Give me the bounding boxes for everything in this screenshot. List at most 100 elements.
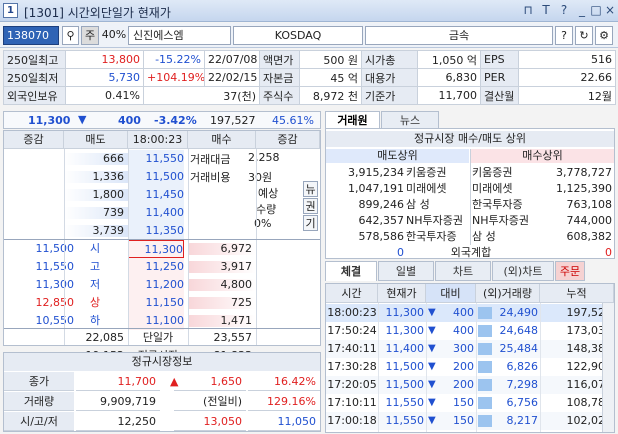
pin-icon[interactable]: ⊓: [520, 2, 536, 19]
trade-header: 대비: [426, 284, 476, 303]
question-icon[interactable]: ?: [556, 2, 572, 19]
volume: 197,527: [210, 114, 256, 127]
settings-gear-icon[interactable]: ⚙: [595, 26, 613, 45]
trade-header: 시간: [326, 284, 378, 303]
regular-market-rows: 종가 11,700 ▲ 1,650 16.42% 거래량 9,909,719 (전일비) 129…: [4, 372, 320, 432]
tab-order[interactable]: 주문: [555, 261, 585, 281]
orderbook-header: 증감: [4, 131, 64, 149]
trade-price: 11,300: [385, 324, 425, 337]
bid-price[interactable]: 11,200: [128, 276, 184, 294]
side-button[interactable]: 기: [303, 215, 318, 231]
foreign-label: 외국계합: [450, 246, 492, 259]
info-key: 자본금: [259, 68, 300, 87]
stock-name-field[interactable]: 신진에스엠: [128, 26, 231, 45]
ask-price[interactable]: 11,400: [128, 204, 184, 222]
ask-qty: 3,739: [92, 224, 125, 237]
grid-line: [426, 303, 427, 432]
info-key-dropdown[interactable]: EPS: [480, 50, 519, 69]
refresh-icon[interactable]: ↻: [575, 26, 593, 45]
trade-header: 누적: [540, 284, 614, 303]
regular-c: 16.42%: [248, 372, 320, 391]
buy-broker[interactable]: 삼 성: [472, 229, 536, 244]
grid-line: [256, 149, 257, 345]
info-label: 250일최고: [3, 50, 66, 69]
title-bar: 1 [1301] 시간외단일가 현재가 ⊓ T ? _ □ ×: [0, 0, 618, 22]
info-key-dropdown[interactable]: PER: [480, 68, 519, 87]
ask-qty: 1,336: [92, 170, 125, 183]
side-button[interactable]: 권: [303, 198, 318, 214]
close-icon[interactable]: ×: [602, 2, 618, 19]
trade-header: 현재가: [378, 284, 426, 303]
info-label: 250일최저: [3, 68, 66, 87]
ask-price[interactable]: 11,550: [128, 150, 184, 168]
buy-volume: 608,382: [566, 230, 613, 243]
grid-line: [470, 149, 471, 245]
market-field: KOSDAQ: [233, 26, 363, 45]
buy-broker[interactable]: 한국투자증: [472, 197, 536, 212]
lock-toggle[interactable]: 주: [81, 26, 99, 45]
ask-price[interactable]: 11,350: [128, 222, 184, 240]
tab-chart[interactable]: 차트: [435, 261, 491, 281]
ref-price: 11,550: [35, 260, 75, 273]
sell-broker[interactable]: 삼 성: [406, 197, 470, 212]
scrollbar[interactable]: [602, 303, 614, 432]
regular-a: 12,250: [76, 412, 160, 431]
sell-broker[interactable]: NH투자증권: [406, 213, 470, 228]
help-icon[interactable]: T: [538, 2, 554, 19]
buy-top-header: 매수상위: [471, 149, 614, 163]
trade-volume: 7,298: [506, 378, 539, 391]
trade-header: (외)거래량: [476, 284, 540, 303]
sell-broker[interactable]: 미래에셋: [406, 181, 470, 196]
foreign-buy: 0: [605, 246, 612, 259]
search-icon[interactable]: ⚲: [62, 26, 79, 45]
info-price: 0.41%: [65, 86, 144, 105]
change-rate: -3.42%: [154, 114, 197, 127]
regular-market-panel: 정규시장정보 종가 11,700 ▲ 1,650 16.42% 거래량 9,909,719(…: [3, 352, 321, 432]
trade-volume: 24,490: [499, 306, 539, 319]
ask-price[interactable]: 11,450: [128, 186, 184, 204]
sell-broker[interactable]: 한국투자증: [406, 229, 470, 244]
regular-a: 11,700: [76, 372, 160, 391]
help-button[interactable]: ?: [555, 26, 573, 45]
summary-bid: 23,557: [213, 331, 253, 344]
buy-broker[interactable]: NH투자증권: [472, 213, 536, 228]
bid-qty: 4,800: [220, 278, 253, 291]
tab-trades[interactable]: 체결: [325, 261, 377, 281]
sell-broker[interactable]: 키움증권: [406, 165, 470, 180]
bid-price[interactable]: 11,300: [128, 240, 184, 258]
info-val: 500 원: [299, 50, 362, 69]
info-date: 37(천): [143, 86, 260, 105]
grid-line: [128, 149, 129, 345]
regular-label: 거래량: [4, 392, 74, 411]
grid-line: [4, 328, 320, 329]
expected-label: 예상: [258, 187, 279, 200]
regular-market-title: 정규시장정보: [4, 353, 320, 371]
info-label: 외국인보유: [3, 86, 66, 105]
trade-time: 17:50:24: [327, 324, 377, 337]
buy-broker[interactable]: 키움증권: [472, 165, 536, 180]
info-price: 5,730: [65, 68, 144, 87]
regular-c: 129.16%: [248, 392, 320, 411]
tab-foreign-chart[interactable]: (외)차트: [492, 261, 554, 281]
tab-daily[interactable]: 일별: [378, 261, 434, 281]
tab-broker[interactable]: 거래원: [325, 111, 380, 129]
info-val: 1,050 억: [417, 50, 481, 69]
orderbook-header: 18:00:23: [128, 131, 188, 149]
stock-code-input[interactable]: 138070: [3, 26, 59, 45]
side-button[interactable]: 뉴: [303, 181, 318, 197]
grid-line: [540, 303, 541, 432]
expected-qty-label: 수량: [256, 203, 277, 216]
bid-price[interactable]: 11,150: [128, 294, 184, 312]
info-val: 11,700: [417, 86, 481, 105]
trade-price: 11,300: [385, 306, 425, 319]
trade-change: 150: [453, 414, 474, 427]
window-title: [1301] 시간외단일가 현재가: [24, 6, 171, 20]
buy-broker[interactable]: 미래에셋: [472, 181, 536, 196]
regular-label: 시/고/저: [4, 412, 74, 431]
sell-top-header: 매도상위: [326, 149, 469, 163]
orderbook-header: 매도: [64, 131, 128, 149]
bid-price[interactable]: 11,250: [128, 258, 184, 276]
tab-news[interactable]: 뉴스: [381, 111, 439, 129]
ask-price[interactable]: 11,500: [128, 168, 184, 186]
current-price: 11,300: [28, 114, 71, 127]
